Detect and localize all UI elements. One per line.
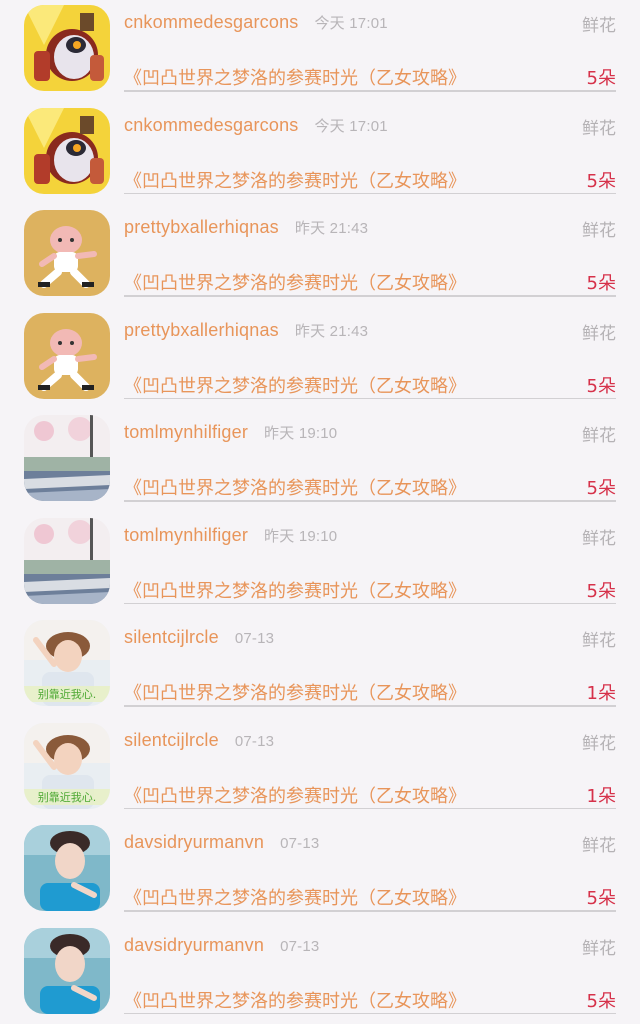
gift-type-label: 鲜花 (582, 836, 616, 856)
girl-photo-avatar[interactable]: 别靠近我心. (24, 722, 110, 809)
list-item[interactable]: davsidryurmanvn 07-13 鲜花 《凹凸世界之梦洛的参赛时光（乙女… (0, 923, 640, 1024)
boy-photo-avatar[interactable] (24, 825, 110, 911)
timestamp: 今天 17:01 (314, 117, 388, 135)
divider (124, 602, 616, 604)
list-item[interactable]: tomlmynhilfiger 昨天 19:10 鲜花 《凹凸世界之梦洛的参赛时光… (0, 513, 640, 616)
gift-amount: 5朵 (586, 990, 616, 1012)
list-item[interactable]: 别靠近我心. silentcijlrcle 07-13 鲜花 《凹凸世界之梦洛的参… (0, 615, 640, 718)
list-item[interactable]: cnkommedesgarcons 今天 17:01 鲜花 《凹凸世界之梦洛的参赛… (0, 0, 640, 103)
timestamp: 昨天 19:10 (264, 425, 338, 442)
robot-avatar[interactable] (24, 5, 110, 91)
avatar-caption: 别靠近我心. (38, 790, 97, 804)
username-text[interactable]: tomlmynhilfiger (124, 525, 248, 545)
list-item[interactable]: 别靠近我心. silentcijlrcle 07-13 鲜花 《凹凸世界之梦洛的参… (0, 718, 640, 821)
cartoon-kungfu-avatar[interactable] (24, 210, 110, 296)
divider (124, 192, 616, 194)
street-scene-avatar[interactable] (24, 415, 110, 501)
timestamp: 昨天 19:10 (264, 527, 338, 545)
book-title-link[interactable]: 《凹凸世界之梦洛的参赛时光（乙女攻略》 (124, 884, 466, 910)
username[interactable]: silentcijlrcle 07-13 (124, 730, 274, 751)
book-title-link[interactable]: 《凹凸世界之梦洛的参赛时光（乙女攻略》 (124, 167, 466, 193)
divider (124, 910, 616, 912)
username-text[interactable]: prettybxallerhiqnas (124, 217, 279, 237)
timestamp: 07-13 (234, 732, 275, 750)
username-text[interactable]: tomlmynhilfiger (124, 422, 248, 442)
gift-amount: 5朵 (586, 478, 616, 499)
gift-type-label: 鲜花 (582, 16, 616, 36)
divider (124, 295, 616, 297)
timestamp: 昨天 21:43 (294, 322, 369, 340)
list-item[interactable]: davsidryurmanvn 07-13 鲜花 《凹凸世界之梦洛的参赛时光（乙女… (0, 820, 640, 923)
girl-photo-avatar[interactable]: 别靠近我心. (24, 620, 110, 706)
timestamp: 昨天 21:43 (294, 220, 369, 237)
username-text[interactable]: davsidryurmanvn (124, 832, 264, 852)
book-title-link[interactable]: 《凹凸世界之梦洛的参赛时光（乙女攻略》 (124, 474, 466, 500)
username-text[interactable]: davsidryurmanvn (124, 935, 264, 955)
avatar-caption: 别靠近我心. (38, 687, 97, 701)
gift-amount: 1朵 (586, 785, 616, 807)
gift-amount: 1朵 (586, 683, 616, 704)
gift-amount: 5朵 (586, 888, 616, 909)
username[interactable]: silentcijlrcle 07-13 (124, 627, 274, 648)
timestamp: 今天 17:01 (314, 15, 388, 32)
list-item[interactable]: prettybxallerhiqnas 昨天 21:43 鲜花 《凹凸世界之梦洛的… (0, 308, 640, 411)
divider (124, 705, 616, 707)
username-text[interactable]: silentcijlrcle (124, 627, 219, 647)
robot-avatar[interactable] (24, 107, 110, 194)
timestamp: 07-13 (234, 630, 275, 647)
book-title-link[interactable]: 《凹凸世界之梦洛的参赛时光（乙女攻略》 (124, 372, 466, 398)
book-title-link[interactable]: 《凹凸世界之梦洛的参赛时光（乙女攻略》 (124, 269, 466, 295)
divider (124, 397, 616, 399)
gift-type-label: 鲜花 (582, 938, 616, 959)
username[interactable]: prettybxallerhiqnas 昨天 21:43 (124, 217, 368, 238)
gift-amount: 5朵 (586, 580, 616, 602)
username[interactable]: cnkommedesgarcons 今天 17:01 (124, 115, 388, 136)
cartoon-kungfu-avatar[interactable] (24, 312, 110, 399)
list-item[interactable]: tomlmynhilfiger 昨天 19:10 鲜花 《凹凸世界之梦洛的参赛时光… (0, 410, 640, 513)
divider (124, 90, 616, 92)
book-title-link[interactable]: 《凹凸世界之梦洛的参赛时光（乙女攻略》 (124, 577, 466, 603)
book-title-link[interactable]: 《凹凸世界之梦洛的参赛时光（乙女攻略》 (124, 987, 466, 1013)
username-text[interactable]: cnkommedesgarcons (124, 12, 298, 32)
username[interactable]: davsidryurmanvn 07-13 (124, 832, 319, 853)
timestamp: 07-13 (280, 937, 320, 955)
book-title-link[interactable]: 《凹凸世界之梦洛的参赛时光（乙女攻略》 (124, 679, 466, 705)
gift-amount: 5朵 (586, 273, 616, 294)
username-text[interactable]: silentcijlrcle (124, 730, 219, 750)
list-item[interactable]: cnkommedesgarcons 今天 17:01 鲜花 《凹凸世界之梦洛的参赛… (0, 103, 640, 206)
username[interactable]: prettybxallerhiqnas 昨天 21:43 (124, 320, 368, 341)
book-title-link[interactable]: 《凹凸世界之梦洛的参赛时光（乙女攻略》 (124, 782, 466, 808)
gift-type-label: 鲜花 (582, 631, 616, 651)
gift-type-label: 鲜花 (582, 221, 616, 241)
gift-amount: 5朵 (586, 68, 616, 89)
username[interactable]: cnkommedesgarcons 今天 17:01 (124, 12, 388, 33)
boy-photo-avatar[interactable] (24, 927, 110, 1014)
gift-amount: 5朵 (586, 375, 616, 397)
username[interactable]: davsidryurmanvn 07-13 (124, 935, 319, 956)
username[interactable]: tomlmynhilfiger 昨天 19:10 (124, 422, 337, 443)
book-title-link[interactable]: 《凹凸世界之梦洛的参赛时光（乙女攻略》 (124, 64, 466, 90)
gift-type-label: 鲜花 (582, 528, 616, 549)
timestamp: 07-13 (280, 835, 320, 852)
gift-type-label: 鲜花 (582, 323, 616, 344)
divider (124, 1012, 616, 1014)
gift-record-list: cnkommedesgarcons 今天 17:01 鲜花 《凹凸世界之梦洛的参赛… (0, 0, 640, 1024)
divider (124, 807, 616, 809)
gift-type-label: 鲜花 (582, 733, 616, 754)
gift-type-label: 鲜花 (582, 426, 616, 446)
username-text[interactable]: cnkommedesgarcons (124, 115, 298, 135)
gift-type-label: 鲜花 (582, 118, 616, 139)
street-scene-avatar[interactable] (24, 517, 110, 604)
username[interactable]: tomlmynhilfiger 昨天 19:10 (124, 525, 337, 546)
gift-amount: 5朵 (586, 170, 616, 192)
username-text[interactable]: prettybxallerhiqnas (124, 320, 279, 340)
list-item[interactable]: prettybxallerhiqnas 昨天 21:43 鲜花 《凹凸世界之梦洛的… (0, 205, 640, 308)
divider (124, 500, 616, 502)
